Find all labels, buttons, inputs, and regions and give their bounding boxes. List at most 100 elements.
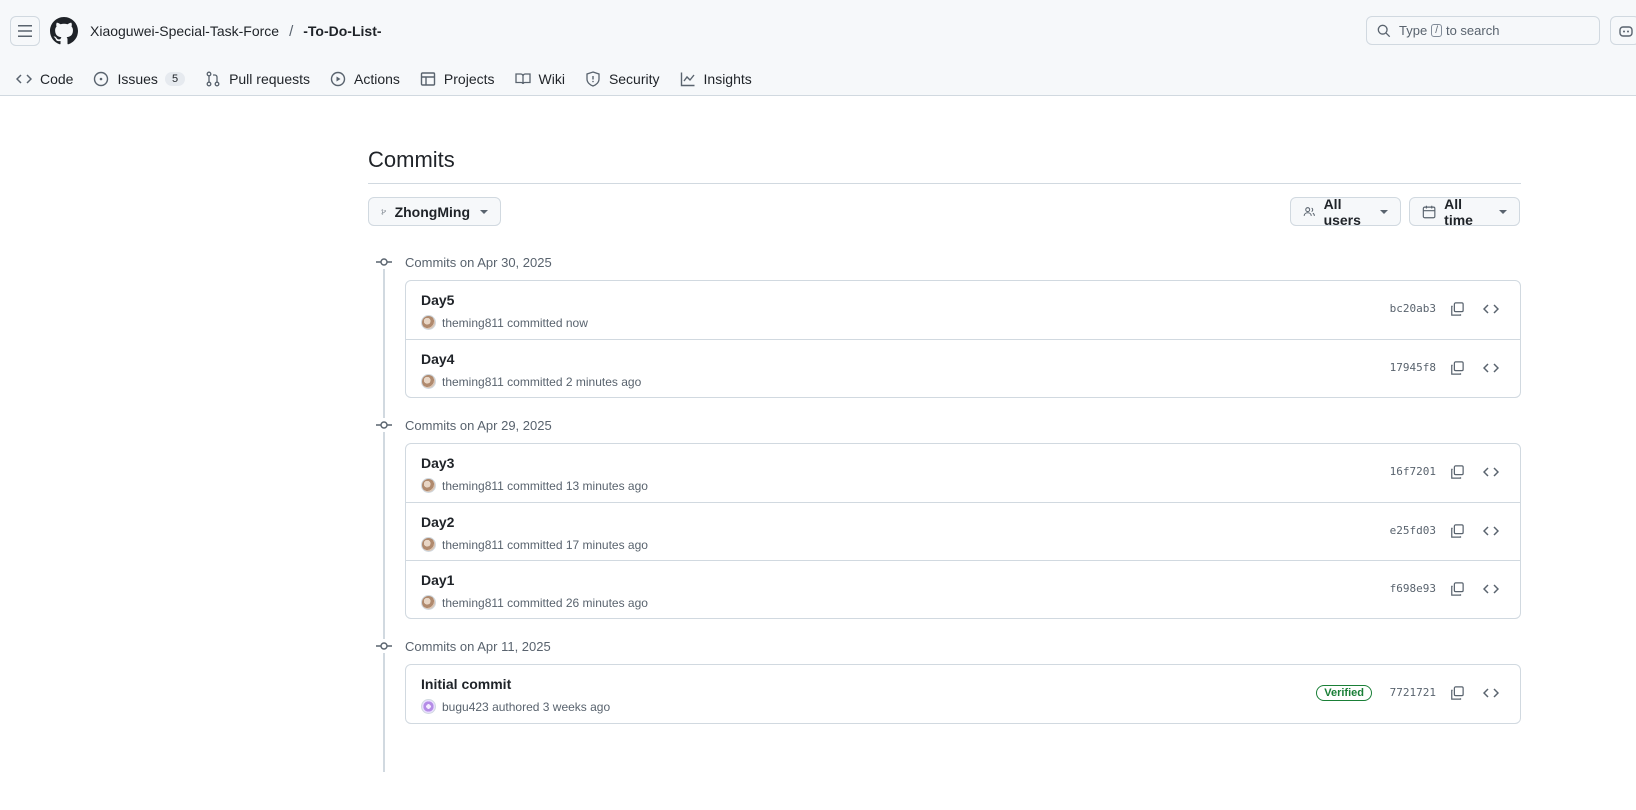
copy-icon [1451, 465, 1464, 479]
commit-list: Day5 theming811 committed now bc20ab3 Da… [405, 280, 1521, 398]
timeline-line [383, 267, 385, 772]
search-prefix: Type [1399, 23, 1428, 38]
copilot-icon [1619, 25, 1633, 37]
commit-author[interactable]: bugu423 [442, 700, 489, 714]
avatar[interactable] [421, 595, 436, 610]
commit-meta: bugu423 authored 3 weeks ago [421, 699, 610, 714]
avatar[interactable] [421, 374, 436, 389]
code-icon [1483, 363, 1499, 373]
commit-time: now [565, 315, 588, 330]
table-icon [420, 72, 436, 86]
copy-sha-button[interactable] [1444, 460, 1470, 484]
avatar[interactable] [421, 699, 436, 714]
commit-meta: theming811 committed 2 minutes ago [421, 374, 641, 389]
commit-group-date: Commits on Apr 11, 2025 [405, 638, 551, 654]
avatar[interactable] [421, 478, 436, 493]
commit-author[interactable]: theming811 [442, 375, 504, 389]
users-filter[interactable]: All users [1290, 195, 1401, 228]
commit-action: committed [507, 478, 563, 493]
commit-sha[interactable]: 7721721 [1390, 686, 1436, 699]
commit-title[interactable]: Day5 [421, 292, 454, 308]
branch-selector[interactable]: ZhongMing [368, 197, 501, 226]
copilot-button[interactable] [1610, 16, 1636, 45]
tab-actions-label: Actions [354, 71, 400, 87]
browse-repo-button[interactable] [1478, 297, 1504, 321]
users-filter-label: All users [1323, 195, 1361, 228]
commit-title[interactable]: Initial commit [421, 676, 511, 692]
copy-icon [1451, 361, 1464, 375]
commit-timeline: Commits on Apr 30, 2025 Day5 theming811 … [368, 247, 1521, 772]
commit-sha[interactable]: e25fd03 [1390, 524, 1436, 537]
browse-repo-button[interactable] [1478, 577, 1504, 601]
copy-sha-button[interactable] [1444, 519, 1470, 543]
browse-repo-button[interactable] [1478, 460, 1504, 484]
verified-badge[interactable]: Verified [1316, 685, 1372, 701]
commit-title[interactable]: Day4 [421, 351, 454, 367]
shield-icon [586, 71, 600, 87]
chevron-down-icon [1380, 209, 1388, 214]
tab-actions[interactable]: Actions [330, 71, 400, 87]
issue-icon [94, 71, 109, 87]
browse-repo-button[interactable] [1478, 356, 1504, 380]
commit-group-date: Commits on Apr 29, 2025 [405, 417, 552, 433]
commit-sha[interactable]: bc20ab3 [1390, 302, 1436, 315]
owner-link[interactable]: Xiaoguwei-Special-Task-Force [90, 23, 279, 39]
commit-action: committed [507, 374, 563, 389]
copy-sha-button[interactable] [1444, 297, 1470, 321]
commit-title[interactable]: Day3 [421, 455, 454, 471]
time-filter-label: All time [1444, 195, 1473, 228]
copy-icon [1451, 582, 1464, 596]
chevron-down-icon [480, 209, 488, 214]
code-icon [1483, 584, 1499, 594]
time-filter[interactable]: All time [1409, 195, 1520, 228]
tab-wiki[interactable]: Wiki [514, 71, 565, 87]
commit-group-heading: Commits on Apr 11, 2025 [368, 631, 1521, 661]
tab-projects[interactable]: Projects [420, 71, 495, 87]
breadcrumb: Xiaoguwei-Special-Task-Force / -To-Do-Li… [90, 23, 382, 40]
copy-sha-button[interactable] [1444, 356, 1470, 380]
tab-pull-requests-label: Pull requests [229, 71, 310, 87]
copy-sha-button[interactable] [1444, 577, 1470, 601]
commit-author[interactable]: theming811 [442, 596, 504, 610]
graph-icon [680, 72, 695, 87]
commit-author[interactable]: theming811 [442, 538, 504, 552]
commit-time: 3 weeks ago [542, 699, 611, 714]
commit-time: 13 minutes ago [565, 478, 648, 493]
browse-repo-button[interactable] [1478, 519, 1504, 543]
commit-title[interactable]: Day2 [421, 514, 454, 530]
copy-sha-button[interactable] [1444, 681, 1470, 705]
commit-action: committed [507, 315, 563, 330]
commit-row: Initial commit bugu423 authored 3 weeks … [406, 665, 1520, 723]
avatar[interactable] [421, 315, 436, 330]
repo-nav: Code Issues 5 Pull requests Actions Proj… [0, 62, 1636, 96]
tab-security[interactable]: Security [585, 71, 660, 87]
commit-sha[interactable]: 17945f8 [1390, 361, 1436, 374]
git-commit-icon [374, 639, 394, 653]
tab-issues[interactable]: Issues 5 [93, 71, 186, 87]
calendar-icon [1422, 205, 1436, 218]
issues-count-badge: 5 [164, 72, 186, 86]
commit-group-date: Commits on Apr 30, 2025 [405, 254, 552, 270]
commit-title[interactable]: Day1 [421, 572, 454, 588]
code-icon [16, 74, 32, 84]
commit-sha[interactable]: 16f7201 [1390, 465, 1436, 478]
repo-link[interactable]: -To-Do-List- [303, 23, 381, 39]
tab-pull-requests[interactable]: Pull requests [205, 71, 310, 87]
chevron-down-icon [1499, 209, 1507, 214]
commit-time: 26 minutes ago [565, 595, 648, 610]
github-logo-icon[interactable] [50, 17, 78, 45]
avatar[interactable] [421, 537, 436, 552]
commit-author[interactable]: theming811 [442, 316, 504, 330]
menu-button[interactable] [10, 16, 40, 46]
tab-code[interactable]: Code [16, 71, 73, 87]
code-icon [1483, 304, 1499, 314]
search-input[interactable]: Type / to search [1366, 16, 1600, 45]
commit-sha[interactable]: f698e93 [1390, 582, 1436, 595]
commit-meta: theming811 committed 17 minutes ago [421, 537, 648, 552]
git-commit-icon [374, 255, 394, 269]
tab-issues-label: Issues [117, 71, 158, 87]
commit-author[interactable]: theming811 [442, 479, 504, 493]
tab-insights[interactable]: Insights [680, 71, 752, 87]
browse-repo-button[interactable] [1478, 681, 1504, 705]
commit-list: Day3 theming811 committed 13 minutes ago… [405, 443, 1521, 619]
